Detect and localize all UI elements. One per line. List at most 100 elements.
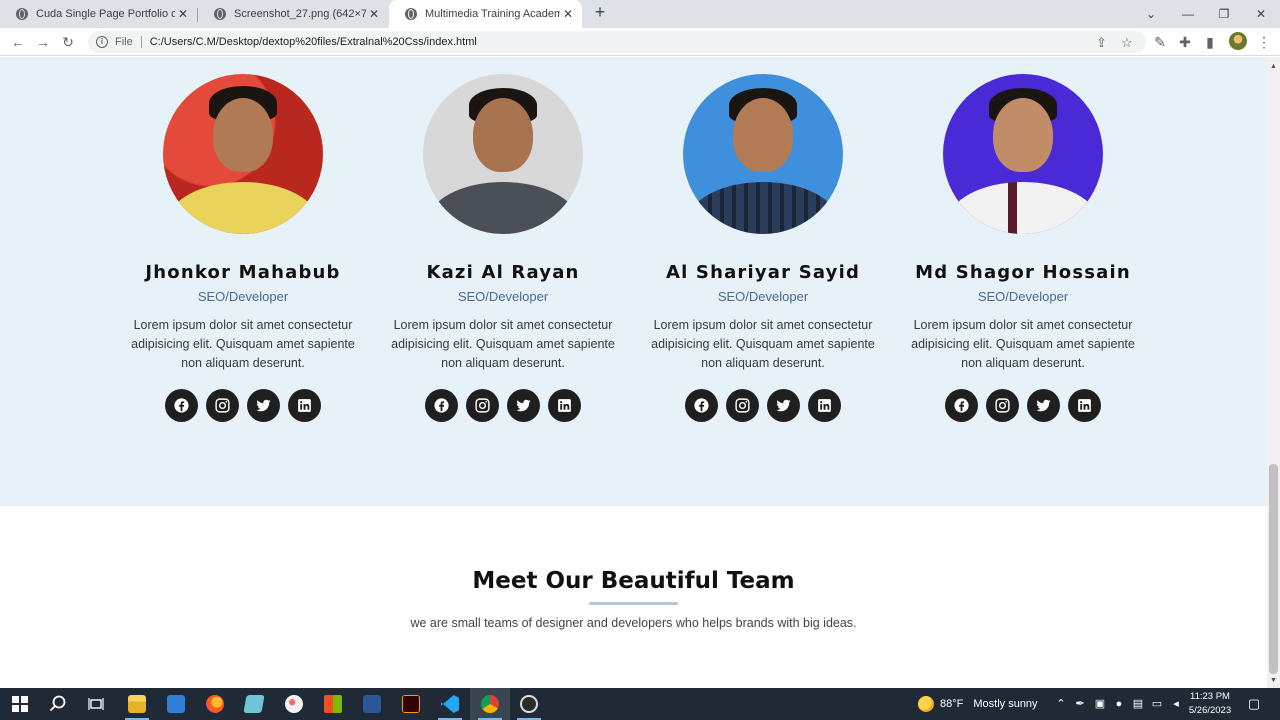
linkedin-icon[interactable] bbox=[548, 389, 581, 422]
obs-button[interactable] bbox=[509, 688, 549, 720]
obs-icon bbox=[520, 695, 538, 713]
instagram-icon[interactable] bbox=[726, 389, 759, 422]
linkedin-icon[interactable] bbox=[288, 389, 321, 422]
clock-date: 5/26/2023 bbox=[1188, 705, 1232, 716]
team-card: Jhonkor Mahabub SEO/Developer Lorem ipsu… bbox=[113, 74, 373, 422]
close-window-button[interactable]: ✕ bbox=[1243, 0, 1279, 28]
mail-button[interactable] bbox=[156, 688, 196, 720]
tab-multimedia-academy[interactable]: Multimedia Training Academy ✕ bbox=[389, 0, 582, 28]
system-clock[interactable]: 11:23 PM 5/26/2023 bbox=[1186, 690, 1234, 718]
member-bio: Lorem ipsum dolor sit amet consectetur a… bbox=[651, 318, 875, 370]
linkedin-icon[interactable] bbox=[808, 389, 841, 422]
instagram-icon[interactable] bbox=[466, 389, 499, 422]
volume-icon[interactable]: ◂ bbox=[1169, 697, 1183, 711]
vscode-button[interactable] bbox=[430, 688, 470, 720]
close-icon[interactable]: ✕ bbox=[560, 7, 576, 21]
notepad-button[interactable] bbox=[234, 688, 274, 720]
vscode-icon bbox=[441, 695, 459, 713]
member-role: SEO/Developer bbox=[457, 289, 549, 304]
close-icon[interactable]: ✕ bbox=[366, 7, 382, 21]
eyedropper-icon[interactable]: ✎ bbox=[1150, 32, 1170, 52]
member-photo bbox=[943, 74, 1103, 234]
restore-button[interactable]: ❐ bbox=[1206, 0, 1242, 28]
scroll-thumb[interactable] bbox=[1269, 464, 1278, 674]
side-panel-icon[interactable]: ▮ bbox=[1200, 32, 1220, 52]
weather-widget[interactable]: 88°F Mostly sunny bbox=[918, 688, 1038, 720]
new-tab-button[interactable]: + bbox=[590, 2, 610, 23]
browser-tab-strip: Cuda Single Page Portfolio copy ✕ Screen… bbox=[0, 0, 1280, 28]
facebook-icon[interactable] bbox=[685, 389, 718, 422]
store-button[interactable] bbox=[313, 688, 353, 720]
notepad-icon bbox=[243, 695, 265, 713]
notification-icon[interactable]: ▢ bbox=[1247, 697, 1261, 711]
address-divider bbox=[140, 36, 142, 48]
twitter-icon[interactable] bbox=[247, 389, 280, 422]
tab-title: Multimedia Training Academy bbox=[425, 8, 560, 20]
tab-cuda-portfolio[interactable]: Cuda Single Page Portfolio copy ✕ bbox=[0, 0, 197, 28]
team-heading-section: Meet Our Beautiful Team we are small tea… bbox=[0, 506, 1267, 688]
section-title: Meet Our Beautiful Team bbox=[472, 568, 795, 594]
member-name: Kazi Al Rayan bbox=[426, 262, 580, 283]
forward-arrow-icon[interactable]: → bbox=[33, 32, 53, 52]
share-icon[interactable]: ⇪ bbox=[1096, 35, 1107, 51]
page-scrollbar[interactable]: ▲ ▼ bbox=[1267, 57, 1280, 688]
tab-search-button[interactable]: ⌄ bbox=[1133, 0, 1169, 28]
team-section: Jhonkor Mahabub SEO/Developer Lorem ipsu… bbox=[0, 57, 1267, 506]
linkedin-icon[interactable] bbox=[1068, 389, 1101, 422]
facebook-icon[interactable] bbox=[425, 389, 458, 422]
mail-icon bbox=[167, 695, 185, 713]
scroll-down-arrow-icon[interactable]: ▼ bbox=[1270, 677, 1277, 684]
pen-icon[interactable]: ✒ bbox=[1073, 697, 1087, 711]
bookmark-star-icon[interactable]: ☆ bbox=[1121, 35, 1133, 51]
member-photo bbox=[423, 74, 583, 234]
network-icon[interactable]: ▭ bbox=[1150, 697, 1164, 711]
close-icon[interactable]: ✕ bbox=[175, 7, 191, 21]
member-bio: Lorem ipsum dolor sit amet consectetur a… bbox=[391, 318, 615, 370]
file-explorer-button[interactable] bbox=[117, 688, 157, 720]
twitter-icon[interactable] bbox=[507, 389, 540, 422]
pdf-icon[interactable]: ▤ bbox=[1131, 697, 1145, 711]
member-name: Md Shagor Hossain bbox=[915, 262, 1131, 283]
twitter-icon[interactable] bbox=[1027, 389, 1060, 422]
url-text[interactable]: C:/Users/C.M/Desktop/dextop%20files/Extr… bbox=[150, 36, 477, 48]
firefox-button[interactable] bbox=[195, 688, 235, 720]
reload-icon[interactable]: ↻ bbox=[58, 32, 78, 52]
start-button[interactable] bbox=[0, 688, 40, 720]
profile-avatar[interactable] bbox=[1229, 32, 1247, 50]
member-role: SEO/Developer bbox=[717, 289, 809, 304]
illustrator-icon bbox=[402, 695, 420, 713]
chevron-up-icon[interactable]: ⌃ bbox=[1054, 697, 1068, 711]
word-button[interactable] bbox=[352, 688, 392, 720]
team-card: Kazi Al Rayan SEO/Developer Lorem ipsum … bbox=[373, 74, 633, 422]
device-icon[interactable]: ▣ bbox=[1093, 697, 1107, 711]
facebook-icon[interactable] bbox=[165, 389, 198, 422]
instagram-icon[interactable] bbox=[206, 389, 239, 422]
chrome-button[interactable] bbox=[470, 688, 510, 720]
task-view-button[interactable] bbox=[76, 688, 116, 720]
paint-button[interactable] bbox=[274, 688, 314, 720]
page-viewport: Jhonkor Mahabub SEO/Developer Lorem ipsu… bbox=[0, 57, 1267, 688]
minimize-button[interactable]: — bbox=[1170, 0, 1206, 28]
illustrator-button[interactable] bbox=[391, 688, 431, 720]
instagram-icon[interactable] bbox=[986, 389, 1019, 422]
chrome-icon bbox=[481, 695, 499, 713]
back-arrow-icon[interactable]: ← bbox=[8, 32, 28, 52]
paint-icon bbox=[285, 695, 303, 713]
word-icon bbox=[363, 695, 381, 713]
tab-screenshot[interactable]: Screenshot_27.png (642×730) ✕ bbox=[198, 0, 388, 28]
tab-title: Cuda Single Page Portfolio copy bbox=[36, 8, 175, 20]
social-links bbox=[113, 389, 373, 422]
extensions-puzzle-icon[interactable]: ✚ bbox=[1175, 32, 1195, 52]
microphone-icon[interactable]: ● bbox=[1112, 697, 1126, 711]
member-role: SEO/Developer bbox=[977, 289, 1069, 304]
twitter-icon[interactable] bbox=[767, 389, 800, 422]
kebab-menu-icon[interactable]: ⋮ bbox=[1254, 32, 1274, 52]
windows-logo-icon bbox=[12, 696, 28, 712]
scroll-up-arrow-icon[interactable]: ▲ bbox=[1270, 63, 1277, 70]
info-icon[interactable]: i bbox=[96, 36, 108, 48]
globe-icon bbox=[214, 8, 226, 20]
search-button[interactable] bbox=[38, 688, 78, 720]
address-bar[interactable]: i File C:/Users/C.M/Desktop/dextop%20fil… bbox=[88, 31, 1146, 53]
facebook-icon[interactable] bbox=[945, 389, 978, 422]
member-name: Jhonkor Mahabub bbox=[145, 262, 341, 283]
